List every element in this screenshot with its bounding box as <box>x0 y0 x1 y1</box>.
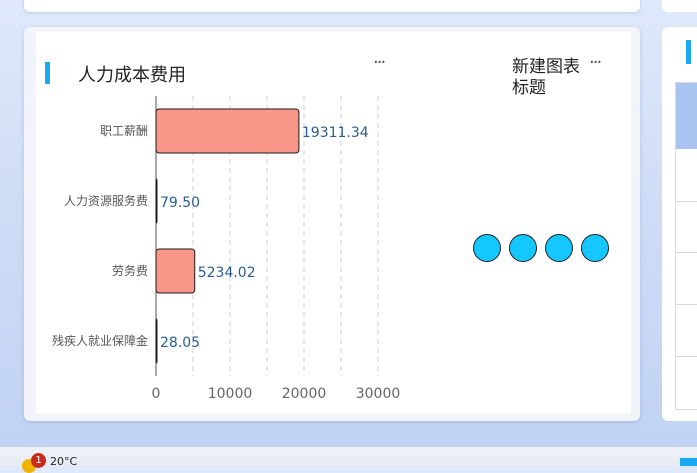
taskbar <box>0 447 697 466</box>
side-table-divider <box>676 304 697 305</box>
value-label: 28.05 <box>160 335 200 351</box>
bar <box>155 178 158 224</box>
loading-dot <box>509 234 537 262</box>
loading-dot <box>581 234 609 262</box>
temperature-readout[interactable]: 20°C <box>50 455 77 468</box>
bar <box>155 248 196 294</box>
tray-app-icon[interactable] <box>680 458 697 466</box>
side-table-divider <box>676 201 697 202</box>
loading-dot <box>545 234 573 262</box>
loading-indicator <box>473 234 609 262</box>
bar <box>155 318 158 364</box>
x-tick-label: 0 <box>152 386 161 402</box>
side-table-divider <box>676 356 697 357</box>
value-label: 5234.02 <box>198 265 256 281</box>
category-label: 残疾人就业保障金 <box>52 333 148 348</box>
side-table-divider <box>676 252 697 253</box>
x-tick-label: 10000 <box>208 386 253 402</box>
x-tick-label: 20000 <box>282 386 327 402</box>
bar <box>155 108 300 154</box>
category-label: 人力资源服务费 <box>64 193 148 208</box>
loading-dot <box>473 234 501 262</box>
category-label: 劳务费 <box>112 263 148 278</box>
new-chart-title: 新建图表标题 <box>512 57 580 98</box>
value-label: 19311.34 <box>302 125 369 141</box>
value-label: 79.50 <box>160 195 200 211</box>
side-table-header <box>676 83 697 149</box>
more-options-icon-2[interactable]: ··· <box>589 54 602 72</box>
x-tick-label: 30000 <box>356 386 401 402</box>
side-title-accent <box>686 40 691 64</box>
category-label: 职工薪酬 <box>100 124 148 138</box>
